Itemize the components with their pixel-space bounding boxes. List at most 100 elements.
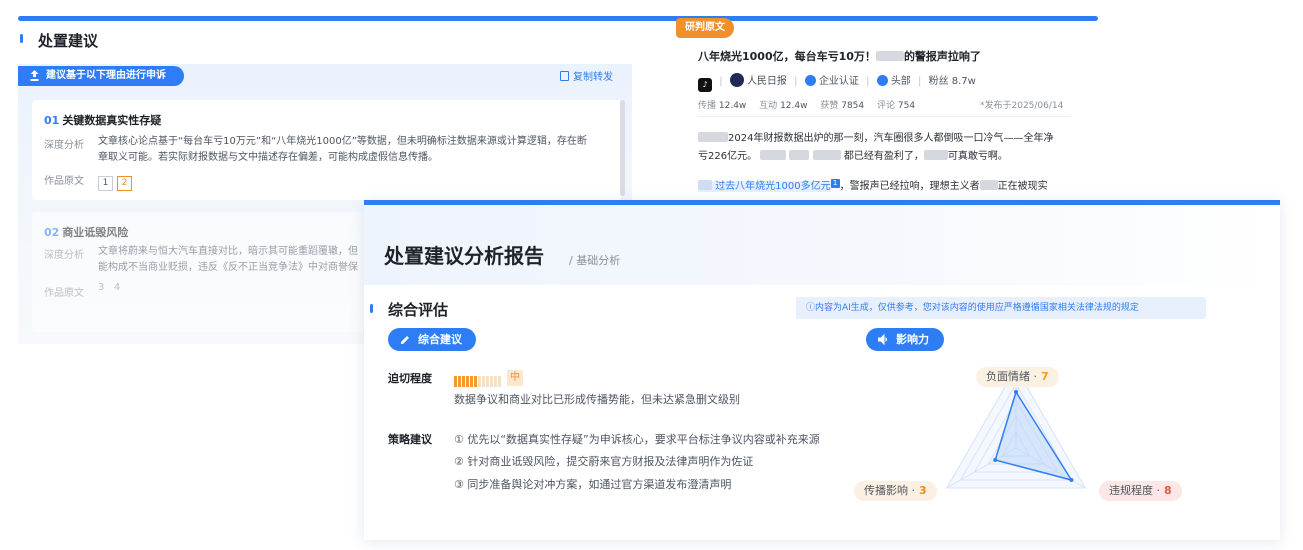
speaker-icon (878, 334, 887, 345)
urgency-bar-segment (486, 376, 489, 387)
impact-button[interactable]: 影响力 (866, 328, 944, 351)
copy-icon (560, 71, 569, 81)
reason-card-title: 02 商业诋毁风险 (44, 224, 128, 240)
copy-forward-button[interactable]: 复制转发 (560, 68, 613, 83)
section-marker-icon (20, 34, 23, 43)
reason-title: 关键数据真实性存疑 (62, 114, 162, 127)
source-ref-4[interactable]: 4 (114, 282, 120, 293)
fans-count: 8.7w (951, 76, 976, 87)
radar-point (993, 458, 998, 462)
source-ref-2[interactable]: 2 (117, 176, 132, 191)
radar-value: 8 (1164, 484, 1172, 497)
urgency-bar-segment (478, 376, 481, 387)
rank-icon (876, 75, 888, 86)
suggestion-button-label: 综合建议 (418, 333, 462, 346)
urgency-level-badge: 中 (507, 370, 523, 386)
upload-icon (30, 70, 39, 81)
radar-value: 3 (919, 484, 927, 497)
screenshot-stage: 处置建议 建议基于以下理由进行申诉 复制转发 01 关键数据真实性存疑 深度分析 … (0, 0, 1303, 550)
urgency-label: 迫切程度 (388, 372, 432, 385)
urgency-description: 数据争议和商业对比已形成传播势能，但未达紧急删文级别 (454, 393, 740, 406)
panel-title: 处置建议 (38, 32, 99, 50)
scrollbar[interactable] (620, 100, 625, 196)
reason-card: 01 关键数据真实性存疑 深度分析 文章核心论点基于“每台车亏10万元”和“八年烧… (32, 100, 622, 200)
source-ref-3[interactable]: 3 (98, 282, 104, 293)
urgency-bar-segment (482, 376, 485, 387)
article-title-part: 的警报声拉响了 (903, 50, 981, 63)
stat-label: 获赞 (820, 101, 839, 111)
redacted-text (760, 150, 787, 160)
tiktok-icon: ♪ (698, 78, 712, 92)
publish-date: *发布于2025/06/14 (980, 101, 1064, 111)
source-refs: 12 (98, 170, 136, 191)
author-avatar (729, 73, 744, 87)
author-name[interactable]: 人民日报 (747, 76, 787, 87)
redacted-text (875, 51, 904, 61)
urgency-bar-segment (458, 376, 461, 387)
urgency-bar-segment (470, 376, 473, 387)
source-label: 作品原文 (44, 288, 84, 299)
redacted-text (923, 150, 948, 160)
source-ref-1[interactable]: 1 (98, 176, 113, 191)
edit-icon (401, 336, 409, 344)
rank-label: 头部 (890, 76, 911, 87)
stat-value: 12.4w (780, 101, 808, 111)
reason-title: 商业诋毁风险 (62, 226, 129, 239)
radar-point (1014, 390, 1018, 394)
strategy-label: 策略建议 (388, 433, 432, 446)
urgency-bar-segment (494, 376, 497, 387)
appeal-reason-label: 建议基于以下理由进行申诉 (46, 70, 166, 81)
fans-label: 粉丝 (928, 76, 949, 87)
urgency-bar-segment (462, 376, 465, 387)
highlighted-claim[interactable]: 过去八年烧光1000多亿元 (698, 180, 831, 192)
redacted-text (979, 180, 998, 190)
article-title: 八年烧光1000亿，每台车亏10万！ 的警报声拉响了 (698, 48, 981, 64)
reason-number: 02 (44, 226, 60, 239)
urgency-bar-segment (498, 376, 501, 387)
stat-label: 评论 (877, 101, 896, 111)
reference-marker[interactable]: 1 (830, 179, 840, 188)
copy-forward-label: 复制转发 (573, 72, 613, 83)
urgency-bar-segment (474, 376, 477, 387)
section-title: 综合评估 (388, 301, 449, 319)
analysis-line: 文章将蔚来与恒大汽车直接对比，暗示其可能重蹈覆辙，但 (98, 246, 358, 257)
verified-label: 企业认证 (818, 76, 859, 87)
urgency-bar-segment (490, 376, 493, 387)
analysis-line: 能构成不当商业贬损，违反《反不正当竞争法》中对商誉保 (98, 262, 358, 273)
source-refs: 3 4 (98, 282, 120, 293)
strategy-item: ① 优先以“数据真实性存疑”为申诉核心，要求平台标注争议内容或补充来源 (454, 433, 820, 446)
divider (698, 116, 1070, 117)
article-paragraph: 过去八年烧光1000多亿元 1 ，警报声已经拉响，理想主义者 正在被现实 (698, 178, 1074, 196)
article-paragraph: 亏226亿元。 都已经有盈利了， 可真敢亏啊。 (698, 150, 1008, 162)
analysis-line: 文章核心论点基于“每台车亏10万元”和“八年烧光1000亿”等数据，但未明确标注… (98, 136, 587, 147)
radar-point (1069, 478, 1074, 482)
report-subtitle: / 基础分析 (569, 254, 621, 267)
urgency-bar-segment (466, 376, 469, 387)
article-paragraph: 2024年财报数据出炉的那一刻，汽车圈很多人都倒吸一口冷气——全年净 (698, 130, 1074, 148)
appeal-reason-button[interactable]: 建议基于以下理由进行申诉 (18, 66, 184, 86)
analysis-label: 深度分析 (44, 140, 84, 151)
source-label: 作品原文 (44, 176, 84, 187)
urgency-bar-segment (454, 376, 457, 387)
stat-value: 754 (897, 101, 916, 111)
article-title-part: 八年烧光1000亿，每台车亏10万！ (698, 50, 876, 63)
redacted-text (698, 180, 712, 190)
redacted-text (698, 132, 728, 142)
stat-label: 互动 (759, 101, 778, 111)
source-article: 研判原文 八年烧光1000亿，每台车亏10万！ 的警报声拉响了 ♪ | 人民日报 … (676, 18, 1086, 208)
radar-label-violation: 违规程度 · 8 (1099, 481, 1182, 501)
stat-value: 12.4w (718, 101, 747, 111)
section-marker-icon (370, 304, 373, 313)
analysis-report-panel: 处置建议分析报告 / 基础分析 综合评估 ⓘ内容为AI生成，仅供参考，您对该内容… (364, 200, 1280, 540)
stat-value: 7854 (841, 101, 865, 111)
report-title: 处置建议分析报告 (384, 244, 544, 268)
ai-disclaimer: ⓘ内容为AI生成，仅供参考，您对该内容的使用应严格遵循国家相关法律法规的规定 (796, 297, 1206, 319)
article-stats: 传播 12.4w 互动 12.4w 获赞 7854 评论 754 *发布于202… (698, 98, 1063, 111)
suggestion-button[interactable]: 综合建议 (388, 328, 476, 351)
article-body: 2024年财报数据出炉的那一刻，汽车圈很多人都倒吸一口冷气——全年净 亏226亿… (698, 130, 1074, 196)
radar-label-spread-impact: 传播影响 · 3 (854, 481, 937, 501)
source-article-tag: 研判原文 (676, 18, 734, 38)
redacted-text (812, 150, 841, 160)
strategy-item: ② 针对商业诋毁风险，提交蔚来官方财报及法律声明作为佐证 (454, 455, 754, 468)
analysis-line: 章取义可能。若实际财报数据与文中描述存在偏差，可能构成虚假信息传播。 (98, 152, 438, 163)
